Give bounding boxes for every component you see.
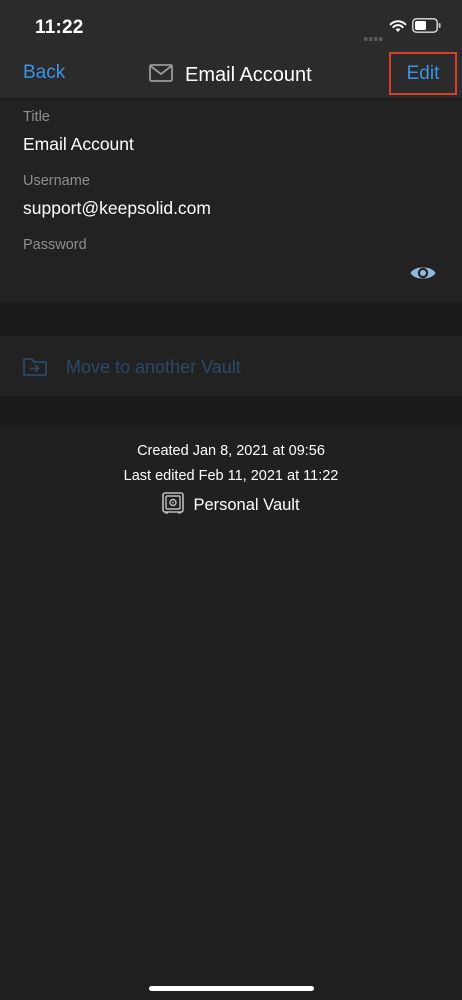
envelope-icon xyxy=(149,63,173,87)
wifi-icon xyxy=(389,19,407,38)
title-label: Title xyxy=(23,109,50,125)
item-fields: Title Email Account Username support@kee… xyxy=(0,99,462,302)
edit-button[interactable]: Edit xyxy=(389,52,457,95)
vault-name: Personal Vault xyxy=(193,495,300,514)
section-divider xyxy=(0,396,462,429)
username-value[interactable]: support@keepsolid.com xyxy=(23,198,211,219)
created-date: Created Jan 8, 2021 at 09:56 xyxy=(137,443,325,459)
cellular-signal-icon xyxy=(364,29,384,47)
title-value[interactable]: Email Account xyxy=(23,134,134,155)
back-button[interactable]: Back xyxy=(23,62,65,84)
move-to-vault-label: Move to another Vault xyxy=(66,357,241,377)
username-label: Username xyxy=(23,173,90,189)
home-indicator[interactable] xyxy=(149,986,314,991)
navigation-bar: Back Email Account Edit xyxy=(0,52,462,99)
section-divider xyxy=(0,302,462,336)
page-title: Email Account xyxy=(185,63,312,86)
nav-title-group: Email Account xyxy=(149,62,312,88)
move-to-vault-button[interactable]: Move to another Vault xyxy=(0,336,462,396)
eye-icon[interactable] xyxy=(409,263,437,283)
vault-indicator: Personal Vault xyxy=(0,492,462,518)
safe-icon xyxy=(162,492,185,518)
status-bar: 11:22 xyxy=(0,0,462,52)
folder-move-icon xyxy=(23,357,47,382)
edit-button-label: Edit xyxy=(406,62,440,84)
battery-icon xyxy=(412,18,442,38)
last-edited-date: Last edited Feb 11, 2021 at 11:22 xyxy=(123,468,339,484)
status-time: 11:22 xyxy=(35,17,84,38)
password-label: Password xyxy=(23,237,87,253)
